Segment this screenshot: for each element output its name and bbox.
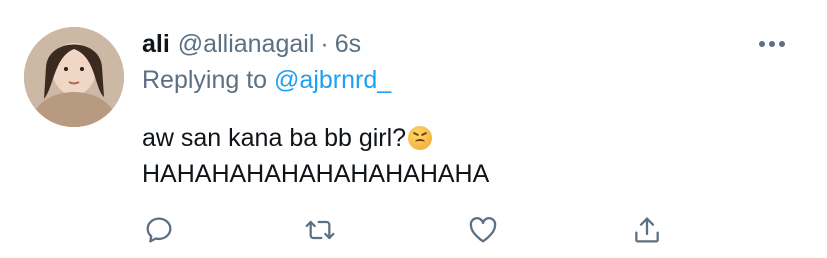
mention-link[interactable]: @ajbrnrd_	[274, 66, 391, 94]
share-icon	[635, 217, 659, 243]
display-name[interactable]: ali	[142, 30, 170, 59]
share-button[interactable]	[627, 210, 667, 250]
user-handle[interactable]: @allianagail	[178, 30, 315, 59]
avatar-photo	[24, 27, 124, 127]
more-options-icon[interactable]	[759, 38, 785, 50]
reply-button[interactable]	[139, 210, 179, 250]
like-button[interactable]	[463, 210, 503, 250]
heart-icon	[469, 217, 497, 243]
replying-to: Replying to @ajbrnrd_	[142, 66, 391, 95]
replying-prefix: Replying to	[142, 66, 268, 94]
tweet-text-line-2: HAHAHAHAHAHAHAHAHAHA	[142, 160, 490, 188]
avatar[interactable]	[24, 27, 124, 127]
reply-icon	[146, 217, 172, 243]
action-bar	[0, 210, 827, 250]
timestamp[interactable]: 6s	[335, 30, 361, 59]
separator-dot: ·	[320, 30, 329, 58]
tweet-text: aw san kana ba bb girl? HAHAHAHAHAHAHAHA…	[142, 120, 489, 192]
retweet-button[interactable]	[300, 210, 340, 250]
retweet-icon	[305, 220, 335, 240]
tweet[interactable]: ali @allianagail · 6s Replying to @ajbrn…	[0, 0, 827, 258]
tweet-header: ali @allianagail · 6s	[142, 30, 361, 62]
confounded-face-icon	[408, 126, 433, 150]
tweet-text-line-1: aw san kana ba bb girl?	[142, 124, 407, 152]
